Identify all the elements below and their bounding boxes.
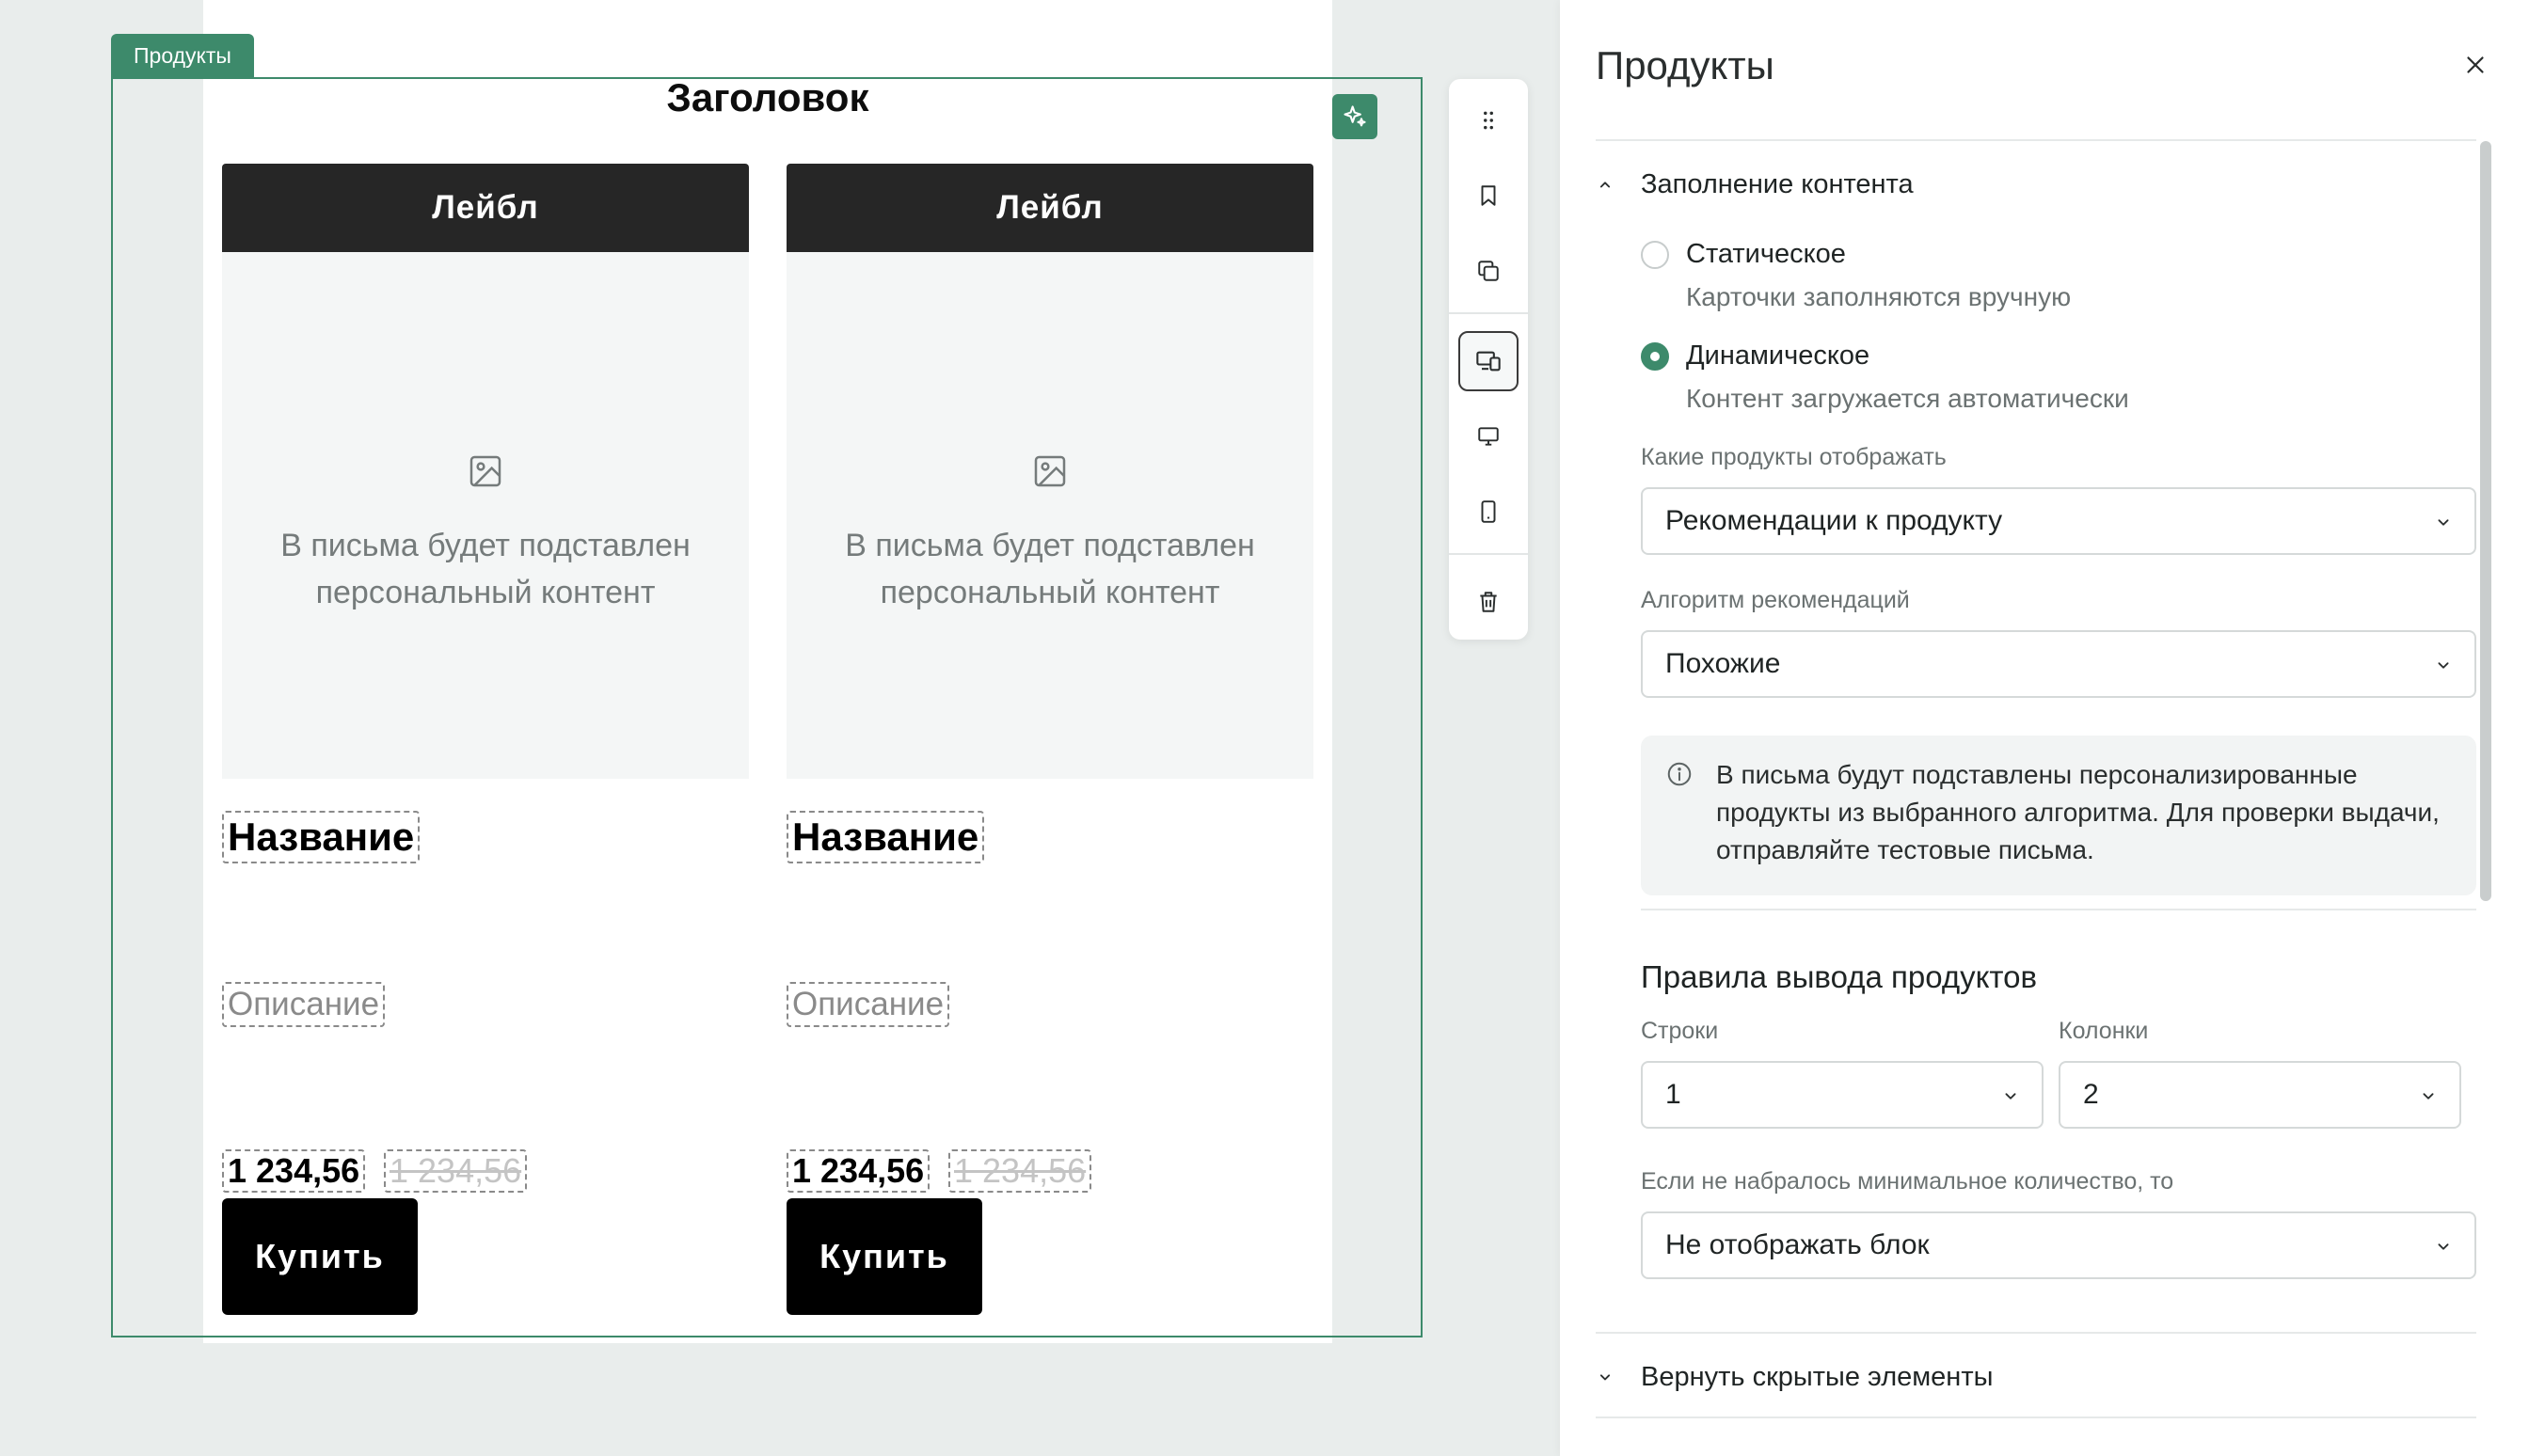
card-old-price[interactable]: 1 234,56 — [948, 1149, 1092, 1193]
section-content-fill-header[interactable]: Заполнение контента — [1596, 166, 1914, 203]
sparkle-icon — [1344, 105, 1366, 127]
card-name[interactable]: Название — [222, 811, 421, 863]
select-value: Не отображать блок — [1665, 1229, 1930, 1260]
delete-button[interactable] — [1458, 572, 1519, 632]
desktop-icon — [1478, 427, 1499, 446]
min-count-label: Если не набралось минимальное количество… — [1641, 1168, 2174, 1195]
block-tag[interactable]: Продукты — [111, 34, 254, 77]
panel-scrollbar[interactable] — [2480, 141, 2491, 901]
placeholder-text: В письма будет подставлен персональный к… — [280, 528, 691, 610]
info-notice: В письма будут подставлены персонализиро… — [1641, 736, 2476, 895]
buy-button[interactable]: Купить — [222, 1198, 418, 1315]
chevron-down-icon — [2005, 1093, 2016, 1100]
products-label: Какие продукты отображать — [1641, 444, 1947, 470]
chevron-down-icon — [2438, 519, 2449, 526]
duplicate-button[interactable] — [1458, 241, 1519, 301]
section-title: Вернуть скрытые элементы — [1641, 1361, 1994, 1392]
radio-dynamic[interactable]: Динамическое — [1641, 340, 1869, 372]
select-value: 1 — [1665, 1079, 1681, 1110]
copy-icon — [1478, 261, 1499, 281]
image-icon — [469, 455, 501, 487]
algorithm-label: Алгоритм рекомендаций — [1641, 587, 1910, 613]
divider — [1596, 1416, 2476, 1418]
all-devices-button[interactable] — [1458, 331, 1519, 391]
toolbar-divider — [1449, 312, 1528, 314]
card-label[interactable]: Лейбл — [222, 164, 749, 252]
card-name[interactable]: Название — [787, 811, 985, 863]
responsive-icon — [1476, 351, 1501, 372]
card-price[interactable]: 1 234,56 — [787, 1149, 930, 1193]
placeholder-text: В письма будет подставлен персональный к… — [845, 528, 1255, 610]
chevron-down-icon — [2438, 662, 2449, 669]
radio-description: Карточки заполняются вручную — [1686, 282, 2072, 311]
info-text: В письма будут подставлены персонализиро… — [1716, 760, 2440, 864]
info-icon — [1667, 762, 1692, 786]
columns-select[interactable]: 2 — [2059, 1061, 2461, 1129]
radio-label: Статическое — [1686, 239, 1846, 269]
divider — [1596, 1332, 2476, 1334]
ai-sparkle-button[interactable] — [1332, 94, 1377, 139]
radio-static[interactable]: Статическое — [1641, 239, 1846, 270]
drag-handle-button[interactable] — [1458, 90, 1519, 150]
radio-description: Контент загружается автоматически — [1686, 384, 2129, 413]
mobile-view-button[interactable] — [1458, 482, 1519, 542]
rows-select[interactable]: 1 — [1641, 1061, 2044, 1129]
section-hidden-elements-header[interactable]: Вернуть скрытые элементы — [1596, 1358, 1993, 1396]
card-description[interactable]: Описание — [787, 982, 950, 1027]
editor-canvas: Продукты Заголовок Лейбл В письма будет … — [0, 0, 1560, 1456]
divider — [1641, 909, 2476, 910]
chevron-down-icon — [2423, 1093, 2434, 1100]
bookmark-icon — [1481, 185, 1496, 206]
card-image-placeholder[interactable]: В письма будет подставлен персональный к… — [222, 252, 749, 779]
save-to-library-button[interactable] — [1458, 166, 1519, 226]
select-value: Рекомендации к продукту — [1665, 505, 2003, 536]
columns-label: Колонки — [2059, 1018, 2149, 1044]
card-price[interactable]: 1 234,56 — [222, 1149, 366, 1193]
card-description[interactable]: Описание — [222, 982, 386, 1027]
block-toolbar — [1449, 79, 1528, 640]
image-icon — [1034, 455, 1066, 487]
toolbar-divider — [1449, 553, 1528, 555]
divider — [1596, 139, 2476, 141]
trash-icon — [1480, 592, 1497, 612]
min-count-select[interactable]: Не отображать блок — [1641, 1211, 2476, 1279]
section-title: Заполнение контента — [1641, 168, 1914, 199]
radio-button[interactable] — [1641, 240, 1669, 269]
card-old-price[interactable]: 1 234,56 — [384, 1149, 528, 1193]
mobile-icon — [1481, 500, 1496, 523]
radio-label: Динамическое — [1686, 340, 1870, 371]
chevron-up-icon — [1596, 175, 1630, 194]
panel-title: Продукты — [1596, 43, 1774, 87]
radio-button-selected[interactable] — [1641, 341, 1669, 371]
rows-label: Строки — [1641, 1018, 1719, 1044]
card-image-placeholder[interactable]: В письма будет подставлен персональный к… — [787, 252, 1313, 779]
product-card[interactable]: Лейбл В письма будет подставлен персонал… — [787, 164, 1313, 1315]
close-panel-button[interactable] — [2461, 51, 2489, 79]
select-value: 2 — [2083, 1079, 2099, 1110]
settings-panel: Продукты Заполнение контента Статическое… — [1560, 0, 2529, 1456]
chevron-down-icon — [1596, 1368, 1630, 1386]
block-title[interactable]: Заголовок — [203, 75, 1332, 120]
rules-title: Правила вывода продуктов — [1641, 959, 2038, 994]
drag-handle-icon — [1484, 111, 1493, 130]
buy-button[interactable]: Купить — [787, 1198, 982, 1315]
products-select[interactable]: Рекомендации к продукту — [1641, 487, 2476, 555]
chevron-down-icon — [2438, 1243, 2449, 1250]
product-card[interactable]: Лейбл В письма будет подставлен персонал… — [222, 164, 749, 1315]
algorithm-select[interactable]: Похожие — [1641, 630, 2476, 698]
select-value: Похожие — [1665, 648, 1781, 679]
desktop-view-button[interactable] — [1458, 406, 1519, 467]
close-icon — [2467, 56, 2484, 73]
card-label[interactable]: Лейбл — [787, 164, 1313, 252]
